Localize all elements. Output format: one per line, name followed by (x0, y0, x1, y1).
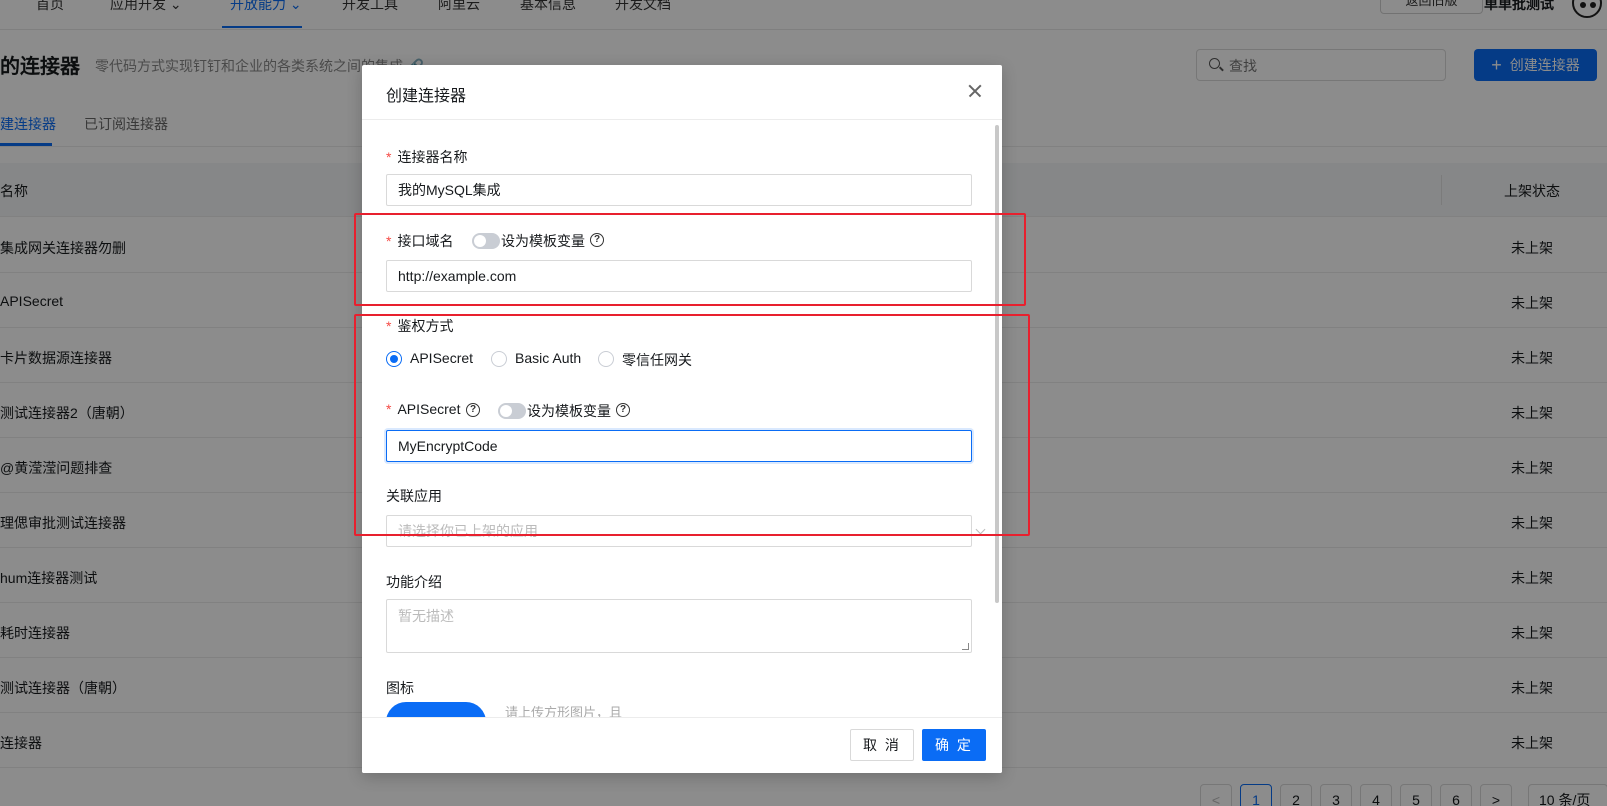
upload-icon-button[interactable] (386, 702, 486, 717)
icon-label: 图标 (386, 680, 414, 696)
cancel-button[interactable]: 取 消 (850, 729, 914, 761)
confirm-button[interactable]: 确 定 (922, 729, 986, 761)
dialog-footer: 取 消 确 定 (362, 717, 1002, 773)
dialog-header: 创建连接器 (362, 65, 1002, 120)
description-label: 功能介绍 (386, 574, 442, 590)
annotation-box-domain (354, 213, 1026, 306)
connector-name-input[interactable] (386, 174, 972, 206)
connector-name-label-text: 连接器名称 (397, 149, 468, 165)
connector-name-label: * 连接器名称 (386, 147, 467, 167)
description-placeholder: 暂无描述 (398, 608, 454, 624)
dialog-title: 创建连接器 (386, 88, 467, 105)
description-textarea[interactable]: 暂无描述 (386, 599, 972, 653)
close-icon[interactable] (966, 82, 984, 100)
resize-handle-icon[interactable] (962, 643, 969, 650)
annotation-box-auth (354, 314, 1030, 536)
upload-hint: 请上传方形图片，且 (505, 705, 623, 717)
required-mark: * (386, 149, 392, 165)
